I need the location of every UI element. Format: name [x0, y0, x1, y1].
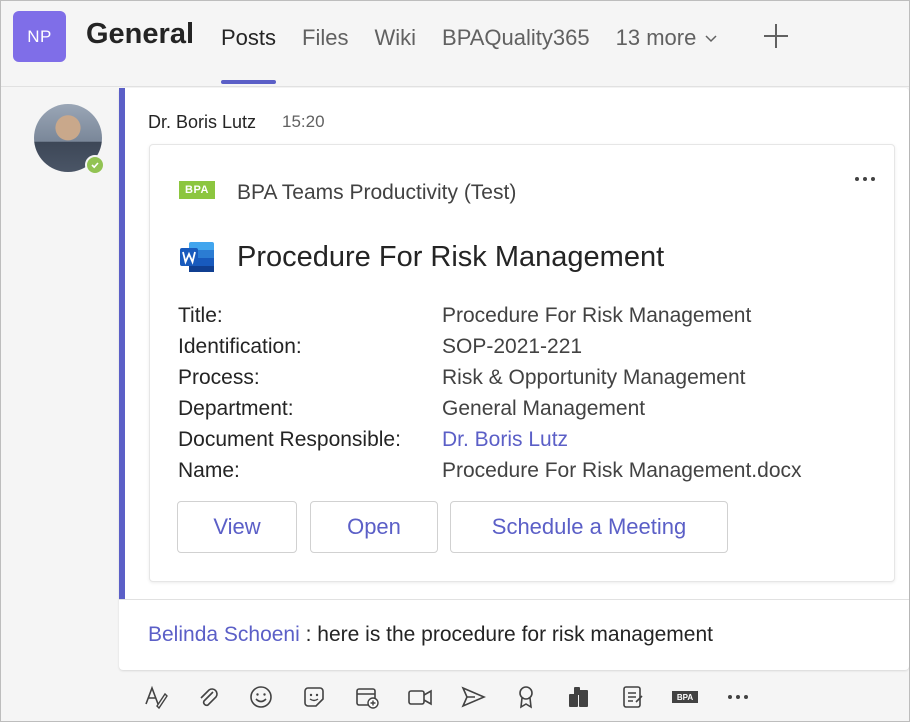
reply-text: : here is the procedure for risk managem…	[299, 623, 713, 646]
tab-posts[interactable]: Posts	[221, 25, 277, 84]
field-row: Department: General Management	[178, 393, 802, 424]
document-title: Procedure For Risk Management	[237, 241, 665, 273]
field-value-department: General Management	[442, 396, 646, 420]
tab-bar: Posts Files Wiki BPAQuality365 13 more	[221, 25, 744, 84]
schedule-meeting-button[interactable]: Schedule a Meeting	[450, 501, 728, 553]
channel-header: NP General Posts Files Wiki BPAQuality36…	[1, 1, 909, 87]
praise-icon[interactable]	[512, 683, 540, 711]
mention-link[interactable]: Belinda Schoeni	[148, 623, 300, 646]
field-row: Document Responsible: Dr. Boris Lutz	[178, 424, 802, 455]
bpa-app-label: BPA	[672, 691, 698, 703]
message-author[interactable]: Dr. Boris Lutz	[148, 112, 256, 133]
format-icon[interactable]	[141, 683, 169, 711]
field-row: Identification: SOP-2021-221	[178, 331, 802, 362]
field-row: Process: Risk & Opportunity Management	[178, 362, 802, 393]
tab-more[interactable]: 13 more	[616, 25, 719, 51]
forms-icon[interactable]	[618, 683, 646, 711]
field-value-responsible-link[interactable]: Dr. Boris Lutz	[442, 428, 568, 452]
tab-bpaquality365[interactable]: BPAQuality365	[442, 25, 590, 51]
team-avatar[interactable]: NP	[13, 11, 66, 62]
add-tab-plus-icon[interactable]	[761, 21, 791, 51]
reply-divider	[119, 599, 909, 600]
emoji-icon[interactable]	[247, 683, 275, 711]
schedule-meeting-icon[interactable]	[353, 683, 381, 711]
app-name: BPA Teams Productivity (Test)	[237, 181, 517, 204]
document-fields: Title: Procedure For Risk Management Ide…	[178, 300, 802, 486]
view-button[interactable]: View	[177, 501, 297, 553]
bpa-app-icon[interactable]: BPA	[671, 683, 699, 711]
field-label-title: Title:	[178, 303, 223, 327]
field-value-process: Risk & Opportunity Management	[442, 365, 746, 389]
more-options-icon[interactable]	[851, 171, 879, 187]
field-value-name: Procedure For Risk Management.docx	[442, 458, 802, 482]
compose-toolbar: BPA	[141, 679, 777, 715]
bpa-logo-icon: BPA	[179, 181, 215, 199]
open-button[interactable]: Open	[310, 501, 438, 553]
chevron-down-icon	[705, 35, 717, 43]
field-label-responsible: Document Responsible:	[178, 427, 401, 451]
field-label-process: Process:	[178, 365, 260, 389]
field-value-identification: SOP-2021-221	[442, 334, 583, 358]
field-row: Name: Procedure For Risk Management.docx	[178, 455, 802, 486]
tab-more-label: 13 more	[615, 25, 697, 50]
attach-icon[interactable]	[194, 683, 222, 711]
send-icon[interactable]	[459, 683, 487, 711]
reply-message: Belinda Schoeni : here is the procedure …	[148, 623, 713, 647]
tab-files[interactable]: Files	[302, 25, 348, 51]
more-options-icon[interactable]	[724, 683, 752, 711]
presence-available-icon	[85, 155, 105, 175]
channel-name: General	[86, 18, 194, 50]
sticker-icon[interactable]	[300, 683, 328, 711]
tab-wiki[interactable]: Wiki	[374, 25, 416, 51]
meet-now-icon[interactable]	[406, 683, 434, 711]
apps-icon[interactable]	[565, 683, 593, 711]
field-label-department: Department:	[178, 396, 294, 420]
message-timestamp: 15:20	[282, 112, 325, 131]
field-label-name: Name:	[178, 458, 240, 482]
word-document-icon	[180, 242, 214, 272]
field-label-identification: Identification:	[178, 334, 302, 358]
field-row: Title: Procedure For Risk Management	[178, 300, 802, 331]
message-accent-bar	[119, 88, 125, 599]
field-value-title: Procedure For Risk Management	[442, 303, 752, 327]
